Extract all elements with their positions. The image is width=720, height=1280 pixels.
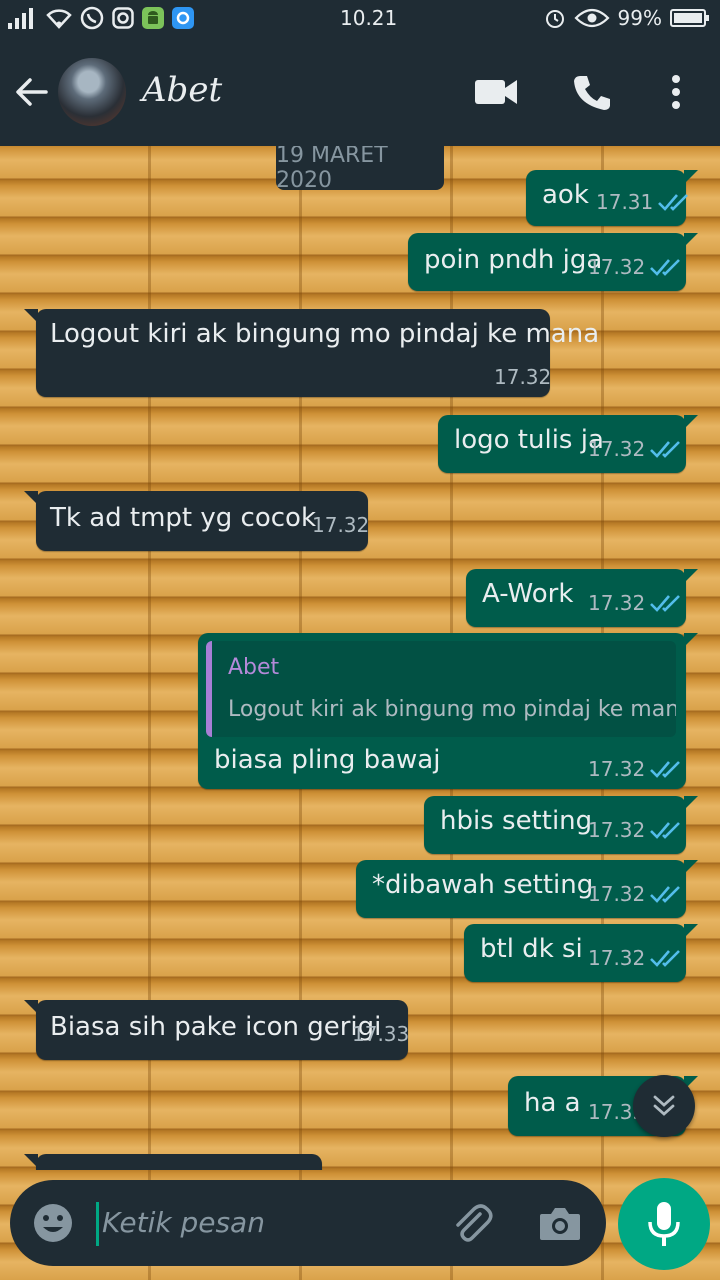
message-time: 17.33: [352, 1022, 410, 1046]
message-text: aok: [542, 180, 589, 210]
contact-name[interactable]: Abet: [142, 70, 222, 110]
date-divider: 19 MARET 2020: [276, 146, 444, 193]
battery-icon: [670, 8, 710, 28]
signal-icon: [8, 7, 38, 29]
contact-avatar[interactable]: [58, 58, 126, 126]
more-options-icon[interactable]: [664, 74, 688, 110]
message-time: 17.32: [494, 365, 552, 389]
camera-icon[interactable]: [538, 1204, 582, 1244]
message-text: A-Work: [482, 579, 574, 609]
message-time: 17.32: [588, 591, 646, 615]
double-check-icon: [650, 441, 681, 458]
chat-header: Abet: [0, 36, 720, 146]
attach-icon[interactable]: [450, 1202, 494, 1246]
message-outgoing[interactable]: poin pndh jga 17.32: [408, 233, 698, 291]
message-time: 17.32: [588, 255, 646, 279]
chat-screen: 10.21 99% Abet 19 MARET 2020 aok 17.31 p…: [0, 0, 720, 1280]
status-time: 10.21: [340, 6, 398, 30]
text-cursor: [96, 1202, 99, 1246]
emoji-icon[interactable]: [32, 1202, 74, 1244]
message-text: biasa pling bawaj: [214, 745, 441, 775]
double-check-icon: [658, 194, 689, 211]
message-text: ha a: [524, 1088, 581, 1118]
video-call-icon[interactable]: [474, 74, 518, 110]
quoted-message[interactable]: Abet Logout kiri ak bingung mo pindaj ke…: [206, 641, 676, 737]
back-arrow-icon[interactable]: [14, 74, 50, 110]
message-incoming-partial[interactable]: [24, 1154, 322, 1170]
double-check-icon: [650, 595, 681, 612]
alarm-icon: [544, 7, 566, 29]
message-composer: Ketik pesan: [10, 1180, 606, 1266]
message-text: logo tulis ja: [454, 425, 604, 455]
message-outgoing[interactable]: aok 17.31: [526, 170, 698, 226]
message-time: 17.32: [588, 882, 646, 906]
message-time: 17.31: [596, 190, 654, 214]
app-icon: [172, 7, 194, 29]
quoted-text: Logout kiri ak bingung mo pindaj ke mana: [228, 697, 676, 722]
message-text: *dibawah setting: [372, 870, 594, 900]
message-incoming[interactable]: Biasa sih pake icon gerigi 17.33: [24, 1000, 410, 1060]
wifi-icon: [46, 7, 72, 29]
message-input[interactable]: Ketik pesan: [102, 1206, 265, 1239]
voice-call-icon[interactable]: [572, 74, 616, 110]
message-text: poin pndh jga: [424, 245, 603, 275]
message-time: 17.32: [588, 757, 646, 781]
message-incoming[interactable]: Tk ad tmpt yg cocok 17.32: [24, 491, 370, 551]
instagram-icon: [112, 7, 134, 29]
double-check-icon: [650, 761, 681, 778]
message-outgoing[interactable]: *dibawah setting 17.32: [356, 860, 698, 918]
status-bar: 10.21 99%: [0, 0, 720, 36]
mic-icon: [648, 1202, 680, 1246]
message-text: btl dk si: [480, 934, 583, 964]
android-icon: [142, 7, 164, 29]
message-time: 17.32: [588, 437, 646, 461]
message-outgoing[interactable]: hbis setting 17.32: [424, 796, 698, 854]
message-text: Tk ad tmpt yg cocok: [50, 503, 317, 533]
message-outgoing[interactable]: logo tulis ja 17.32: [438, 415, 698, 473]
message-time: 17.32: [312, 513, 370, 537]
quoted-author: Abet: [228, 655, 280, 680]
message-outgoing-reply[interactable]: Abet Logout kiri ak bingung mo pindaj ke…: [198, 633, 698, 789]
message-outgoing[interactable]: A-Work 17.32: [466, 569, 698, 627]
double-check-icon: [650, 886, 681, 903]
message-outgoing[interactable]: btl dk si 17.32: [464, 924, 698, 982]
scroll-down-icon[interactable]: [633, 1075, 695, 1137]
whatsapp-icon: [80, 6, 104, 30]
message-time: 17.32: [588, 946, 646, 970]
message-incoming[interactable]: Logout kiri ak bingung mo pindaj ke mana…: [24, 309, 599, 397]
message-list[interactable]: 19 MARET 2020 aok 17.31 poin pndh jga 17…: [0, 146, 720, 1170]
message-time: 17.32: [588, 818, 646, 842]
message-text: hbis setting: [440, 806, 593, 836]
mic-button[interactable]: [618, 1178, 710, 1270]
battery-percent: 99%: [617, 6, 662, 30]
message-text: Biasa sih pake icon gerigi: [50, 1012, 382, 1042]
double-check-icon: [650, 950, 681, 967]
double-check-icon: [650, 822, 681, 839]
eye-icon: [573, 8, 610, 28]
double-check-icon: [650, 259, 681, 276]
message-text: Logout kiri ak bingung mo pindaj ke mana: [50, 319, 600, 349]
